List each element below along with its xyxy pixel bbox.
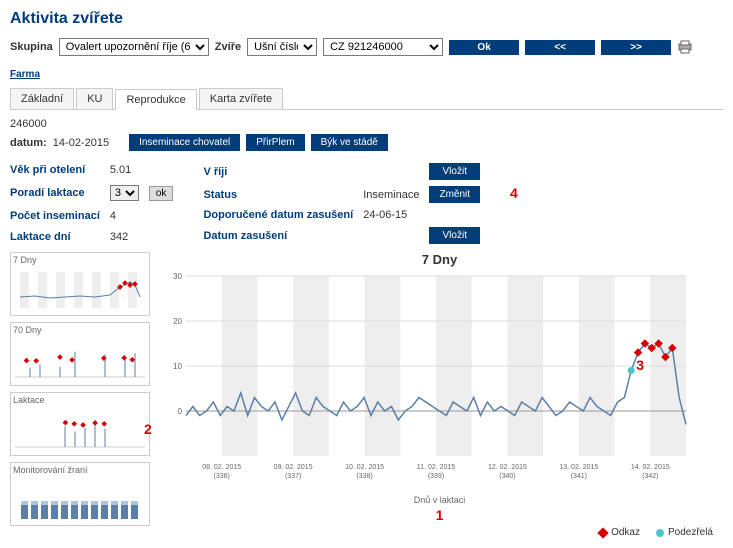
date-value: 14-02-2015: [53, 137, 109, 149]
svg-text:12. 02. 2015: 12. 02. 2015: [488, 464, 527, 471]
main-chart: 2 3 010203008. 02. 2015(336)09. 02. 2015…: [156, 271, 696, 491]
thumb-0[interactable]: 7 Dny: [10, 252, 150, 316]
label: Věk při otelení: [10, 164, 100, 176]
svg-text:09. 02. 2015: 09. 02. 2015: [274, 464, 313, 471]
x-axis-label: Dnů v laktaci: [156, 495, 723, 505]
svg-text:11. 02. 2015: 11. 02. 2015: [417, 464, 456, 471]
inseminace-chovatel-button[interactable]: Inseminace chovatel: [129, 134, 240, 151]
label: Datum zasušení: [203, 230, 353, 242]
date-label: datum:: [10, 137, 47, 149]
label: Doporučené datum zasušení: [203, 209, 353, 221]
svg-text:(336): (336): [214, 473, 230, 480]
action-buttons: Inseminace chovatel PřirPlem Býk ve stádě: [129, 134, 388, 151]
dot-icon: [656, 529, 664, 537]
animal-number: 246000: [10, 118, 723, 130]
chart-title: 7 Dny: [156, 252, 723, 267]
value: 4: [110, 210, 139, 222]
label: Laktace dní: [10, 231, 100, 243]
svg-text:(340): (340): [499, 473, 515, 480]
svg-text:08. 02. 2015: 08. 02. 2015: [202, 464, 241, 471]
býk-ve-stádě-button[interactable]: Býk ve stádě: [311, 134, 388, 151]
svg-text:(337): (337): [285, 473, 301, 480]
label: Počet inseminací: [10, 210, 100, 222]
svg-text:(341): (341): [571, 473, 587, 480]
animal-id-select[interactable]: CZ 921246000: [323, 38, 443, 56]
thumb-label: 7 Dny: [13, 255, 147, 265]
value: 5.01: [110, 164, 139, 176]
svg-text:14. 02. 2015: 14. 02. 2015: [631, 464, 670, 471]
vložit-button[interactable]: Vložit: [429, 227, 480, 244]
svg-text:10. 02. 2015: 10. 02. 2015: [345, 464, 384, 471]
svg-text:(342): (342): [642, 473, 658, 480]
next-button[interactable]: >>: [601, 40, 671, 55]
annotation-2: 2: [144, 421, 152, 437]
thumb-label: Monitorování žraní: [13, 465, 147, 475]
diamond-icon: [597, 527, 608, 538]
thumb-3[interactable]: Monitorování žraní: [10, 462, 150, 526]
svg-text:(339): (339): [428, 473, 444, 480]
print-icon[interactable]: [677, 40, 693, 54]
value: Inseminace: [363, 189, 419, 201]
label: V říji: [203, 166, 353, 178]
label: Status: [203, 189, 353, 201]
legend: Odkaz Podezřelá: [156, 527, 723, 538]
změnit-button[interactable]: Změnit: [429, 186, 480, 203]
legend-podezrela: Podezřelá: [668, 527, 713, 538]
page-title: Aktivita zvířete: [10, 10, 723, 28]
annotation-4: 4: [510, 185, 518, 201]
svg-text:30: 30: [173, 272, 182, 281]
value: 342: [110, 231, 139, 243]
group-label: Skupina: [10, 41, 53, 53]
tab-reprodukce[interactable]: Reprodukce: [115, 89, 196, 110]
value: 24-06-15: [363, 209, 419, 221]
lactation-order-select[interactable]: 3: [110, 185, 139, 201]
svg-text:10: 10: [173, 362, 182, 371]
svg-text:(338): (338): [356, 473, 372, 480]
tab-ku[interactable]: KU: [76, 88, 113, 109]
annotation-1: 1: [156, 507, 723, 523]
thumb-label: 70 Dny: [13, 325, 147, 335]
thumb-label: Laktace: [13, 395, 147, 405]
animal-label: Zvíře: [215, 41, 241, 53]
svg-text:20: 20: [173, 317, 182, 326]
thumbnails: 7 Dny 70 Dny Laktace Monitorování žraní: [10, 252, 150, 538]
tabs: ZákladníKUReprodukceKarta zvířete: [10, 88, 723, 110]
legend-odkaz: Odkaz: [611, 527, 640, 538]
label: Poradí laktace: [10, 187, 100, 199]
tab-karta-zvířete[interactable]: Karta zvířete: [199, 88, 283, 109]
thumb-2[interactable]: Laktace: [10, 392, 150, 456]
přirplem-button[interactable]: PřirPlem: [246, 134, 304, 151]
annotation-3: 3: [636, 357, 644, 373]
tab-základní[interactable]: Základní: [10, 88, 74, 109]
right-col: V říji Vložit Status Inseminace Změnit Doporu…: [203, 163, 480, 244]
farm-link[interactable]: Farma: [10, 69, 40, 80]
filter-bar: Skupina Ovalert upozornění říje (6) Zvíř…: [10, 38, 723, 56]
thumb-1[interactable]: 70 Dny: [10, 322, 150, 386]
ok-button[interactable]: Ok: [449, 40, 519, 55]
svg-text:0: 0: [178, 407, 183, 416]
left-col: Věk při otelení 5.01 Poradí laktace 3 ok Poče…: [10, 163, 173, 244]
prev-button[interactable]: <<: [525, 40, 595, 55]
svg-text:13. 02. 2015: 13. 02. 2015: [559, 464, 598, 471]
vložit-button[interactable]: Vložit: [429, 163, 480, 180]
id-type-select[interactable]: Ušní číslo: [247, 38, 317, 56]
lactation-ok-button[interactable]: ok: [149, 186, 174, 201]
group-select[interactable]: Ovalert upozornění říje (6): [59, 38, 209, 56]
